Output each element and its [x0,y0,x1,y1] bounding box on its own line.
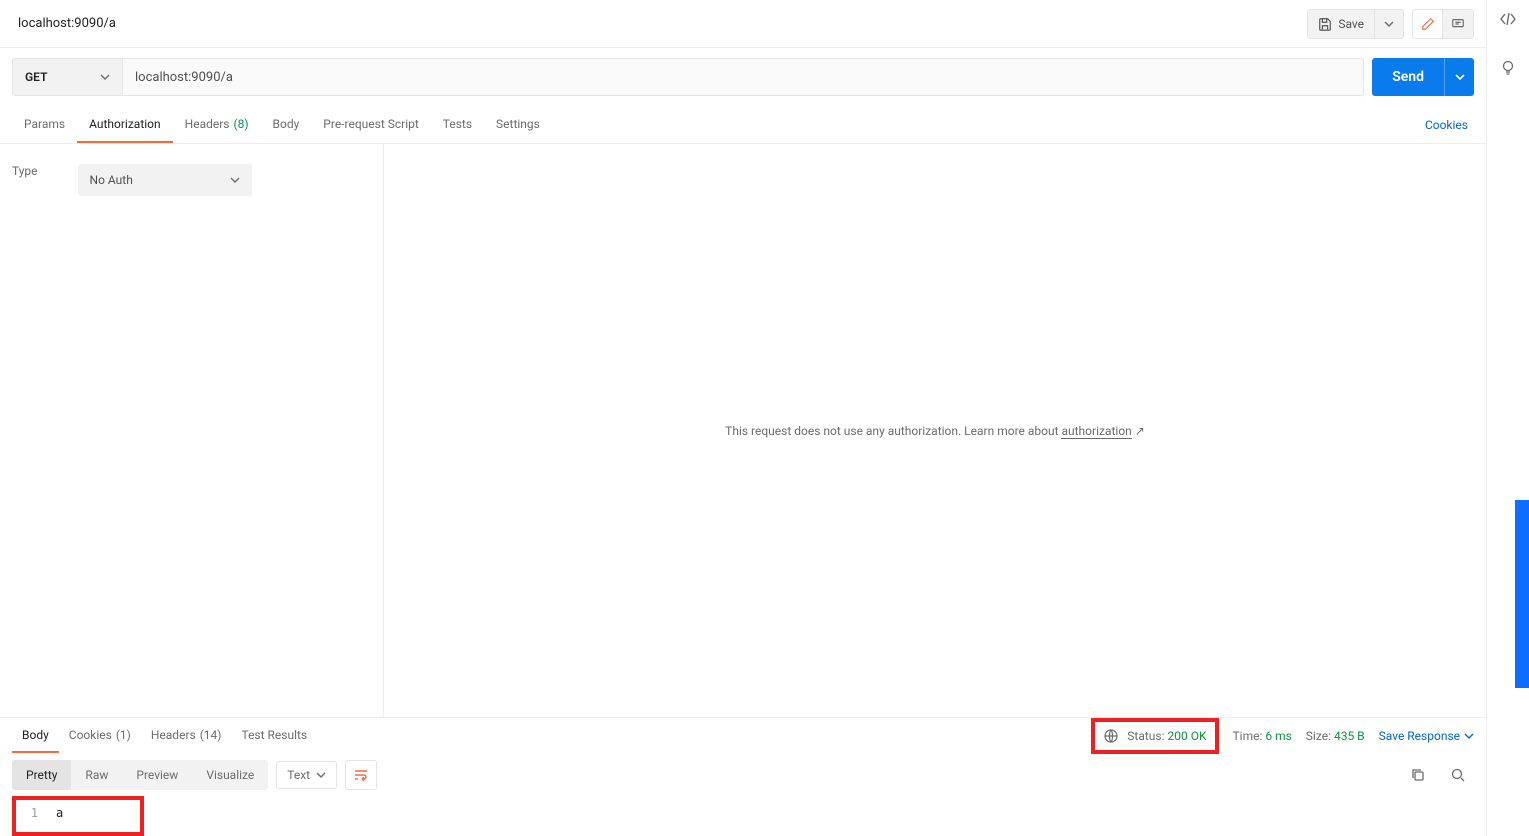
search-button[interactable] [1442,760,1474,790]
lightbulb-icon [1499,59,1517,77]
save-icon [1318,17,1332,31]
status-highlight: Status: 200 OK [1091,718,1218,754]
status-value: 200 OK [1168,729,1207,743]
comment-button[interactable] [1443,10,1473,38]
resp-tab-tests[interactable]: Test Results [231,718,317,753]
info-panel-button[interactable] [1499,59,1517,80]
request-tabs: Params Authorization Headers(8) Body Pre… [0,106,1486,144]
response-highlight: 1 a [12,796,144,836]
wrap-lines-button[interactable] [345,760,377,790]
edit-comment-group [1412,9,1474,39]
authorization-doc-link[interactable]: authorization [1061,424,1131,439]
size-value: 435 B [1334,729,1365,743]
globe-icon [1103,728,1119,744]
url-input[interactable] [123,59,1363,95]
http-method-label: GET [25,70,47,84]
tab-tests[interactable]: Tests [431,106,484,143]
resp-tab-cookies[interactable]: Cookies(1) [59,718,141,753]
tab-body[interactable]: Body [261,106,312,143]
comment-icon [1451,17,1465,31]
auth-type-select[interactable]: No Auth [78,164,252,196]
view-preview[interactable]: Preview [122,760,192,790]
scrollbar-thumb[interactable] [1515,500,1529,688]
chevron-down-icon [1455,72,1465,82]
tab-prerequest[interactable]: Pre-request Script [311,106,430,143]
chevron-down-icon [1464,731,1474,741]
time-value: 6 ms [1265,729,1291,743]
request-header: localhost:9090/a Save [0,0,1486,48]
save-button[interactable]: Save [1308,10,1375,38]
tab-settings[interactable]: Settings [484,106,552,143]
wrap-icon [353,767,369,783]
auth-type-label: Type [12,164,38,178]
tab-params[interactable]: Params [12,106,77,143]
line-number: 1 [22,806,38,820]
chevron-down-icon [316,770,326,780]
view-pretty[interactable]: Pretty [12,760,71,790]
save-response-button[interactable]: Save Response [1379,729,1474,743]
http-method-select[interactable]: GET [13,59,123,95]
code-panel-button[interactable] [1499,10,1517,31]
tab-headers[interactable]: Headers(8) [173,106,261,143]
url-row: GET Send [0,48,1486,106]
cookies-link[interactable]: Cookies [1425,118,1474,132]
tab-authorization[interactable]: Authorization [77,106,173,143]
authorization-panel: Type No Auth This request does not use a… [0,144,1486,718]
chevron-down-icon [230,175,240,185]
save-label: Save [1338,17,1364,31]
auth-message: This request does not use any authorizat… [384,144,1486,717]
view-raw[interactable]: Raw [71,760,122,790]
resp-tab-headers[interactable]: Headers(14) [141,718,232,753]
copy-button[interactable] [1402,760,1434,790]
chevron-down-icon [1384,19,1394,29]
response-tabs: Body Cookies(1) Headers(14) Test Results… [0,718,1486,754]
edit-button[interactable] [1413,10,1443,38]
response-body: 1 a [0,796,1486,836]
save-caret[interactable] [1375,10,1403,38]
view-visualize[interactable]: Visualize [192,760,268,790]
save-button-group: Save [1307,9,1404,39]
resp-tab-body[interactable]: Body [12,718,59,753]
copy-icon [1410,767,1426,783]
send-caret[interactable] [1444,58,1474,96]
search-icon [1450,767,1466,783]
request-name[interactable]: localhost:9090/a [18,16,1307,31]
send-button[interactable]: Send [1372,58,1444,96]
response-toolbar: Pretty Raw Preview Visualize Text [0,754,1486,796]
right-sidebar [1487,0,1529,836]
chevron-down-icon [100,72,110,82]
code-icon [1499,10,1517,28]
pencil-icon [1421,17,1435,31]
response-content[interactable]: a [56,806,63,820]
format-select[interactable]: Text [276,761,337,789]
